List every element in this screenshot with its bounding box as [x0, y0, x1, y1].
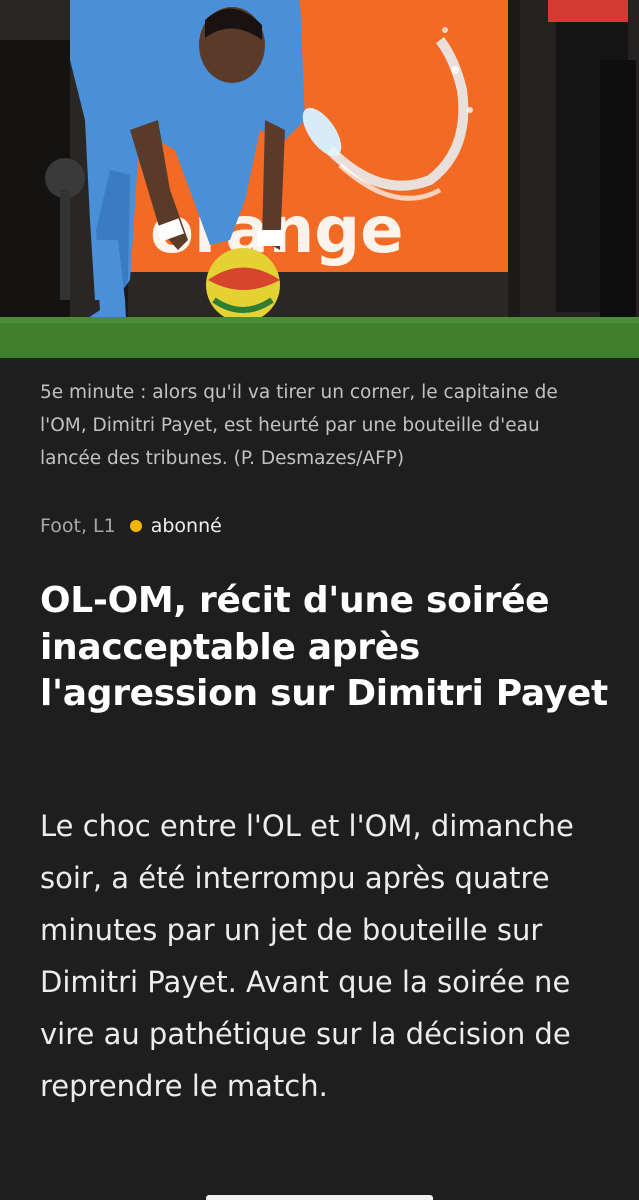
- home-indicator[interactable]: [206, 1195, 433, 1200]
- photo-caption: 5e minute : alors qu'il va tirer un corn…: [40, 382, 558, 469]
- pitch: [0, 317, 639, 358]
- category-label[interactable]: Foot, L1: [40, 515, 116, 537]
- article-meta: Foot, L1 abonné: [40, 512, 222, 540]
- article-headline: OL-OM, récit d'une soirée inacceptable a…: [40, 580, 608, 714]
- subscriber-dot-icon: [129, 520, 142, 532]
- subscriber-label: abonné: [150, 515, 222, 537]
- article-lead: Le choc entre l'OL et l'OM, dimanche soi…: [40, 809, 574, 1103]
- article-photo: orange: [0, 0, 639, 358]
